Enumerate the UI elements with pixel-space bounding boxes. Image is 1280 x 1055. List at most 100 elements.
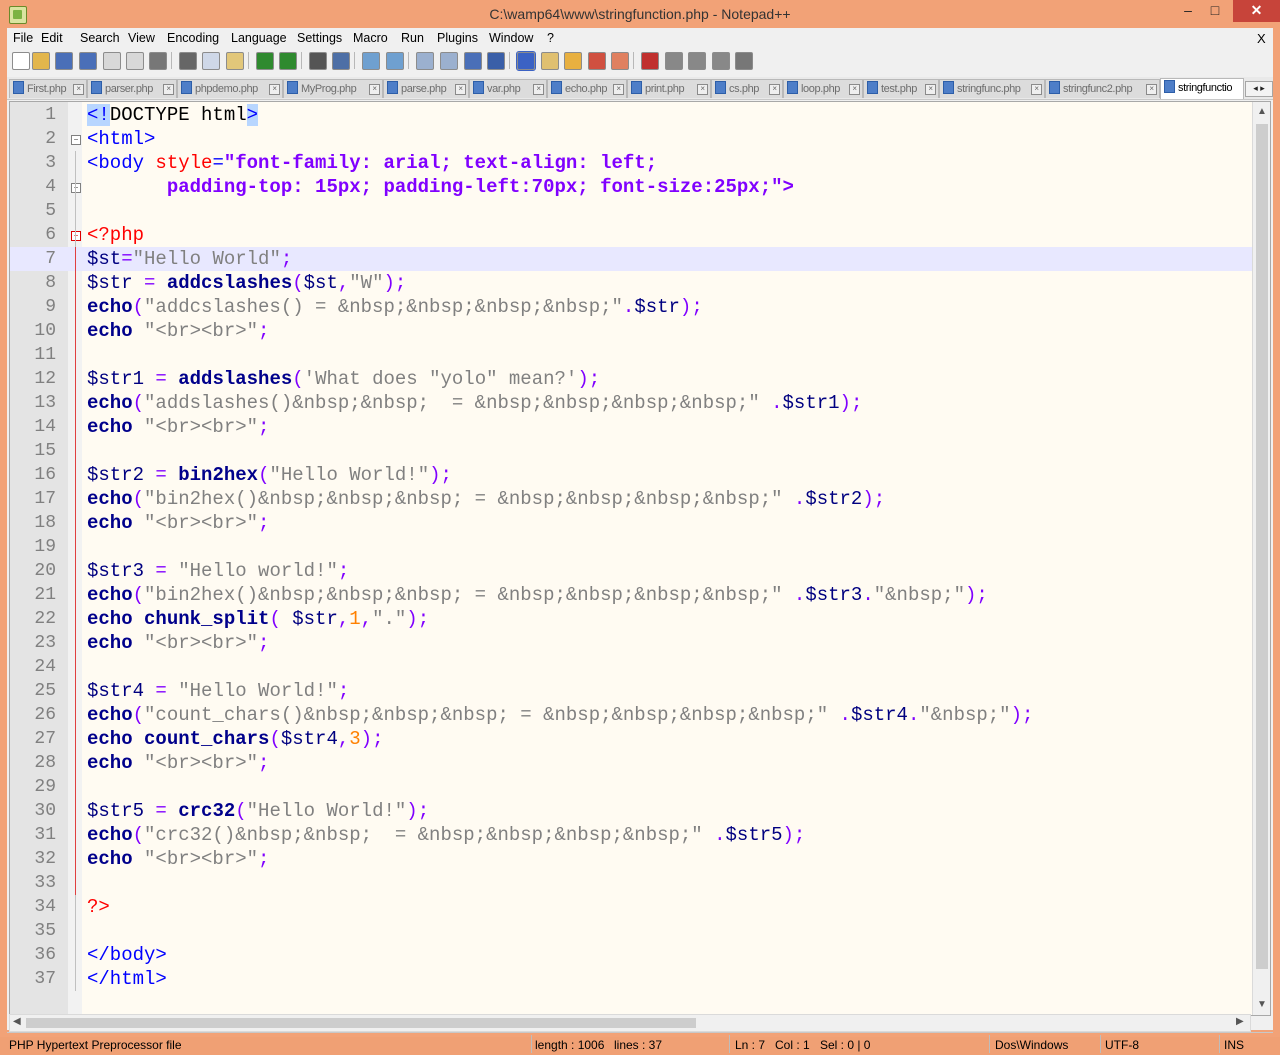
close-tab-icon[interactable]: × (1031, 84, 1042, 95)
code-line[interactable]: 32 echo "<br><br>"; (10, 847, 1252, 871)
tab-parser[interactable]: parser.php × (87, 79, 177, 98)
code-line[interactable]: 31 echo("crc32()&nbsp;&nbsp; = &nbsp;&nbs… (10, 823, 1252, 847)
status-encoding[interactable]: UTF-8 (1105, 1038, 1139, 1052)
code-line[interactable]: 30 $str5 = crc32("Hello World!"); (10, 799, 1252, 823)
menu-macro[interactable]: Macro (353, 31, 388, 45)
code-line[interactable]: 19 (10, 535, 1252, 559)
code-line[interactable]: 34 ?> (10, 895, 1252, 919)
tab-stringfunc[interactable]: stringfunc.php × (939, 79, 1045, 98)
status-eol[interactable]: Dos\Windows (995, 1038, 1068, 1052)
close-tab-icon[interactable]: × (163, 84, 174, 95)
tab-print[interactable]: print.php × (627, 79, 711, 98)
code-line[interactable]: 3 <body style="font-family: arial; text-a… (10, 151, 1252, 175)
stop-macro-icon[interactable] (665, 52, 683, 70)
zoom-out-icon[interactable] (386, 52, 404, 70)
code-line[interactable]: 21 echo("bin2hex()&nbsp;&nbsp;&nbsp; = &n… (10, 583, 1252, 607)
tab-echo[interactable]: echo.php × (547, 79, 627, 98)
scroll-left-icon[interactable]: ◀ (13, 1016, 21, 1027)
word-wrap-icon[interactable] (464, 52, 482, 70)
sync-horizontal-icon[interactable] (440, 52, 458, 70)
print-icon[interactable] (149, 52, 167, 70)
tab-stringfunc2[interactable]: stringfunc2.php × (1045, 79, 1160, 98)
code-line[interactable]: 36 </body> (10, 943, 1252, 967)
code-line[interactable]: 14 echo "<br><br>"; (10, 415, 1252, 439)
tab-cs[interactable]: cs.php × (711, 79, 783, 98)
close-tab-icon[interactable]: × (533, 84, 544, 95)
close-tab-icon[interactable]: × (73, 84, 84, 95)
monitoring-icon[interactable] (611, 52, 629, 70)
menu-encoding[interactable]: Encoding (167, 31, 219, 45)
menu-language[interactable]: Language (231, 31, 287, 45)
code-line[interactable]: 27 echo count_chars($str4,3); (10, 727, 1252, 751)
close-tab-icon[interactable]: × (697, 84, 708, 95)
menu-edit[interactable]: Edit (41, 31, 63, 45)
run-macro-multiple-icon[interactable] (712, 52, 730, 70)
code-line[interactable]: 20 $str3 = "Hello world!"; (10, 559, 1252, 583)
code-line[interactable]: 10 echo "<br><br>"; (10, 319, 1252, 343)
save-macro-icon[interactable] (735, 52, 753, 70)
vertical-scroll-thumb[interactable] (1256, 124, 1268, 969)
close-tab-icon[interactable]: × (613, 84, 624, 95)
code-line[interactable]: 16 $str2 = bin2hex("Hello World!"); (10, 463, 1252, 487)
vertical-scrollbar[interactable]: ▲ ▼ (1252, 102, 1270, 1015)
close-all-icon[interactable] (126, 52, 144, 70)
menu-help[interactable]: ? (547, 31, 554, 45)
scroll-right-icon[interactable]: ▶ (1236, 1016, 1244, 1027)
code-line[interactable]: 8 $str = addcslashes($st,"W"); (10, 271, 1252, 295)
save-icon[interactable] (55, 52, 73, 70)
copy-icon[interactable] (202, 52, 220, 70)
function-list-icon[interactable] (564, 52, 582, 70)
code-line[interactable]: 7 $st="Hello World"; (10, 247, 1252, 271)
open-file-icon[interactable] (32, 52, 50, 70)
close-tab-icon[interactable]: × (455, 84, 466, 95)
menu-file[interactable]: File (13, 31, 33, 45)
code-line[interactable]: 13 echo("addslashes()&nbsp;&nbsp; = &nbsp… (10, 391, 1252, 415)
code-line[interactable]: 15 (10, 439, 1252, 463)
menu-search[interactable]: Search (80, 31, 120, 45)
menu-settings[interactable]: Settings (297, 31, 342, 45)
title-bar[interactable]: C:\wamp64\www\stringfunction.php - Notep… (0, 0, 1280, 28)
close-window-button[interactable]: ✕ (1233, 0, 1280, 22)
sync-vertical-icon[interactable] (416, 52, 434, 70)
code-line[interactable]: 33 (10, 871, 1252, 895)
close-tab-icon[interactable]: × (925, 84, 936, 95)
horizontal-scroll-thumb[interactable] (26, 1018, 696, 1028)
redo-icon[interactable] (279, 52, 297, 70)
fold-toggle-icon[interactable]: − (71, 183, 81, 193)
tab-parse[interactable]: parse.php × (383, 79, 469, 98)
close-tab-icon[interactable]: × (849, 84, 860, 95)
code-line[interactable]: 35 (10, 919, 1252, 943)
code-line[interactable]: 26 echo("count_chars()&nbsp;&nbsp;&nbsp; … (10, 703, 1252, 727)
horizontal-scrollbar[interactable]: ◀ ▶ (9, 1014, 1251, 1032)
menu-run[interactable]: Run (401, 31, 424, 45)
minimize-button[interactable]: – (1178, 0, 1198, 22)
code-line[interactable]: 25 $str4 = "Hello World!"; (10, 679, 1252, 703)
code-line[interactable]: 24 (10, 655, 1252, 679)
new-file-icon[interactable] (12, 52, 30, 70)
code-line[interactable]: 6 <?php (10, 223, 1252, 247)
scroll-up-icon[interactable]: ▲ (1257, 106, 1267, 117)
show-all-chars-icon[interactable] (487, 52, 505, 70)
tab-first[interactable]: First.php × (9, 79, 87, 98)
fold-toggle-icon[interactable]: − (71, 135, 81, 145)
code-line[interactable]: 29 (10, 775, 1252, 799)
close-tab-icon[interactable]: × (1146, 84, 1157, 95)
menu-plugins[interactable]: Plugins (437, 31, 478, 45)
cut-icon[interactable] (179, 52, 197, 70)
code-line[interactable]: 2 <html> (10, 127, 1252, 151)
tab-myprog[interactable]: MyProg.php × (283, 79, 383, 98)
code-line[interactable]: 5 (10, 199, 1252, 223)
menu-window[interactable]: Window (489, 31, 533, 45)
indent-guide-icon[interactable] (516, 51, 536, 71)
code-editor[interactable]: 1 <!DOCTYPE html> 2 <html> 3 <body style="fon… (9, 101, 1271, 1016)
code-line[interactable]: 1 <!DOCTYPE html> (10, 103, 1252, 127)
scroll-down-icon[interactable]: ▼ (1257, 999, 1267, 1010)
menu-view[interactable]: View (128, 31, 155, 45)
doc-map-icon[interactable] (541, 52, 559, 70)
tab-loop[interactable]: loop.php × (783, 79, 863, 98)
fold-toggle-icon[interactable]: − (71, 231, 81, 241)
code-line[interactable]: 23 echo "<br><br>"; (10, 631, 1252, 655)
folder-as-workspace-icon[interactable] (588, 52, 606, 70)
close-document-button[interactable]: X (1257, 31, 1266, 46)
code-line[interactable]: 11 (10, 343, 1252, 367)
